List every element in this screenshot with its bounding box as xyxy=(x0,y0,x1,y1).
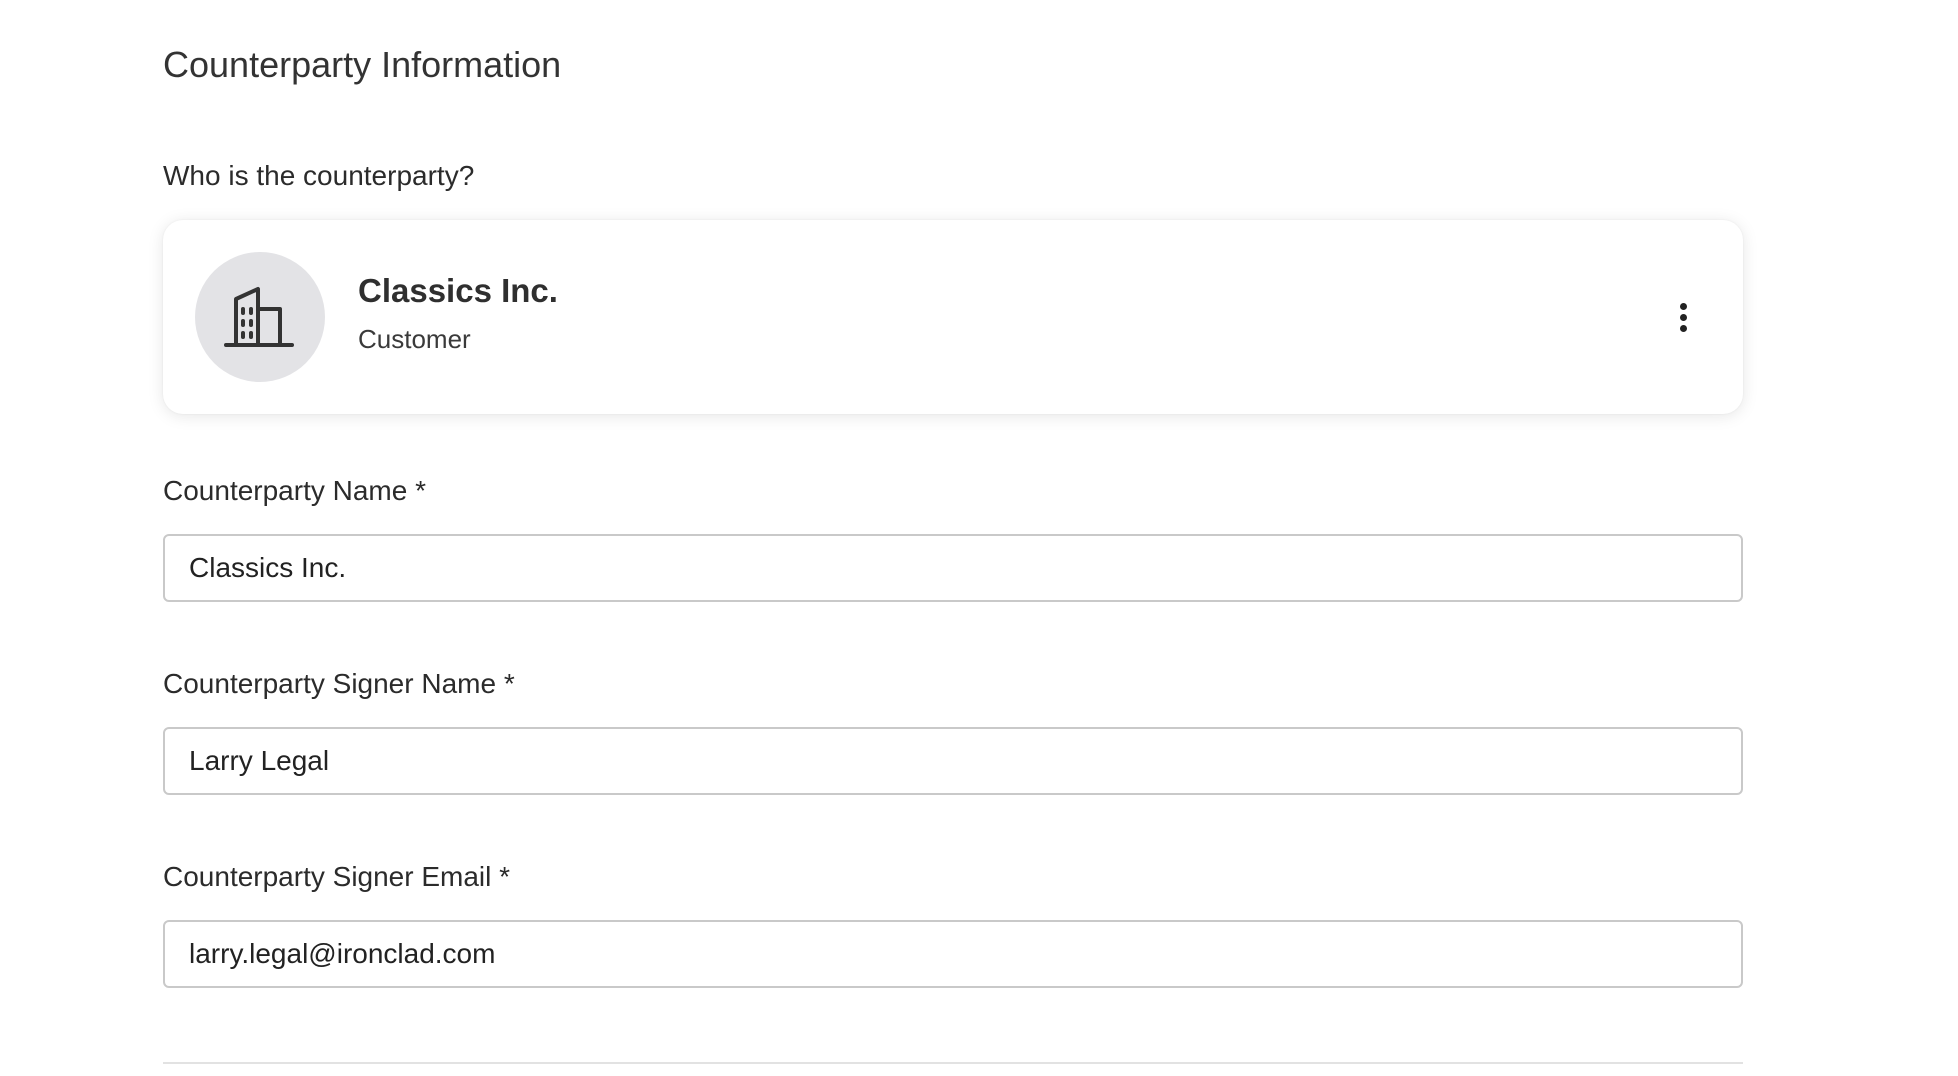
kebab-dot xyxy=(1679,313,1687,321)
kebab-dot xyxy=(1679,302,1687,310)
section-divider xyxy=(163,1062,1743,1064)
section-title: Counterparty Information xyxy=(163,44,562,85)
counterparty-avatar xyxy=(195,252,325,382)
counterparty-name-label: Counterparty Name * xyxy=(163,475,427,506)
kebab-dot xyxy=(1679,324,1687,332)
counterparty-card-name: Classics Inc. xyxy=(358,272,558,309)
counterparty-signer-name-label: Counterparty Signer Name * xyxy=(163,668,515,699)
kebab-menu-icon[interactable] xyxy=(1671,295,1695,339)
counterparty-question: Who is the counterparty? xyxy=(163,160,475,191)
counterparty-card-role: Customer xyxy=(358,324,471,354)
counterparty-card[interactable]: Classics Inc. Customer xyxy=(163,220,1743,414)
counterparty-signer-email-label: Counterparty Signer Email * xyxy=(163,861,511,892)
counterparty-signer-email-input[interactable] xyxy=(163,920,1743,988)
building-icon xyxy=(224,287,294,347)
counterparty-name-input[interactable] xyxy=(163,534,1743,602)
counterparty-signer-name-input[interactable] xyxy=(163,727,1743,795)
